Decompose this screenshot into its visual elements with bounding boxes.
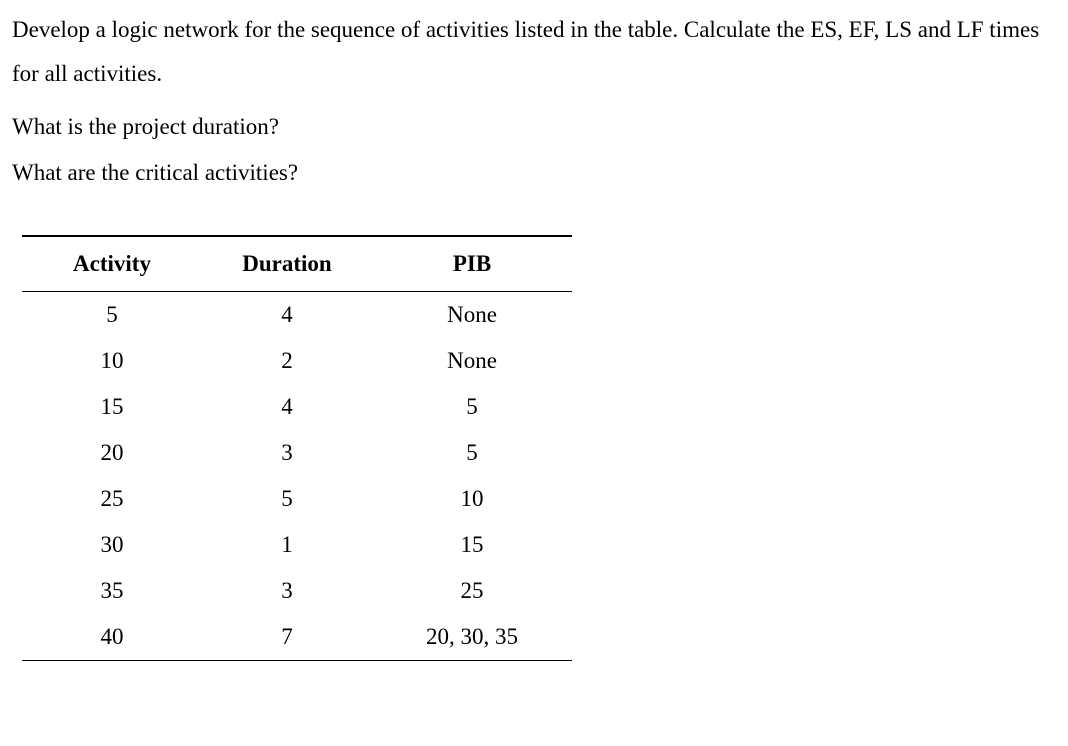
question-critical: What are the critical activities? <box>12 151 1056 195</box>
cell-pib: 20, 30, 35 <box>372 614 572 661</box>
table-row: 30 1 15 <box>22 522 572 568</box>
table-row: 40 7 20, 30, 35 <box>22 614 572 661</box>
cell-duration: 3 <box>202 568 372 614</box>
activity-table: Activity Duration PIB 5 4 None 10 2 None… <box>22 235 572 661</box>
table-row: 20 3 5 <box>22 430 572 476</box>
header-activity: Activity <box>22 236 202 292</box>
cell-pib: None <box>372 338 572 384</box>
cell-activity: 35 <box>22 568 202 614</box>
cell-pib: 25 <box>372 568 572 614</box>
cell-activity: 10 <box>22 338 202 384</box>
table-row: 35 3 25 <box>22 568 572 614</box>
table-row: 10 2 None <box>22 338 572 384</box>
cell-pib: 5 <box>372 430 572 476</box>
activity-table-wrap: Activity Duration PIB 5 4 None 10 2 None… <box>22 235 1056 661</box>
cell-duration: 4 <box>202 384 372 430</box>
cell-activity: 5 <box>22 291 202 338</box>
cell-duration: 2 <box>202 338 372 384</box>
cell-activity: 15 <box>22 384 202 430</box>
table-header-row: Activity Duration PIB <box>22 236 572 292</box>
cell-activity: 40 <box>22 614 202 661</box>
table-row: 5 4 None <box>22 291 572 338</box>
cell-activity: 25 <box>22 476 202 522</box>
cell-pib: 10 <box>372 476 572 522</box>
table-row: 25 5 10 <box>22 476 572 522</box>
cell-duration: 4 <box>202 291 372 338</box>
header-duration: Duration <box>202 236 372 292</box>
cell-pib: 15 <box>372 522 572 568</box>
cell-duration: 3 <box>202 430 372 476</box>
cell-duration: 1 <box>202 522 372 568</box>
intro-paragraph: Develop a logic network for the sequence… <box>12 8 1056 95</box>
cell-activity: 20 <box>22 430 202 476</box>
table-row: 15 4 5 <box>22 384 572 430</box>
question-duration: What is the project duration? <box>12 105 1056 149</box>
cell-pib: None <box>372 291 572 338</box>
cell-duration: 5 <box>202 476 372 522</box>
cell-duration: 7 <box>202 614 372 661</box>
page: Develop a logic network for the sequence… <box>0 0 1068 661</box>
cell-pib: 5 <box>372 384 572 430</box>
header-pib: PIB <box>372 236 572 292</box>
cell-activity: 30 <box>22 522 202 568</box>
